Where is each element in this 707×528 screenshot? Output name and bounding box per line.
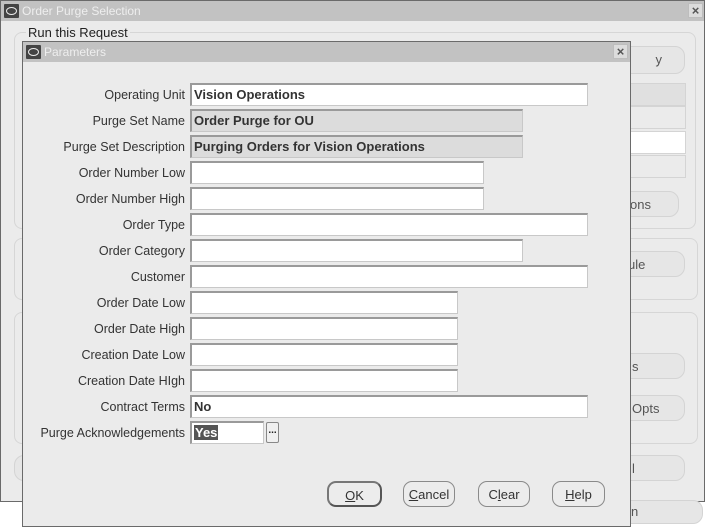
clear-button[interactable]: Clear	[478, 481, 530, 507]
purge-acknowledgements-label: Purge Acknowledgements	[40, 426, 185, 440]
order-category-label: Order Category	[98, 244, 185, 258]
order-category-field[interactable]	[190, 239, 523, 262]
outer-window-title: Order Purge Selection	[22, 4, 141, 18]
order-date-low-field[interactable]	[190, 291, 458, 314]
operating-unit-field[interactable]: Vision Operations	[190, 83, 588, 106]
oracle-logo-icon	[26, 45, 41, 59]
purge-set-description-field: Purging Orders for Vision Operations	[190, 135, 523, 158]
parameters-dialog: Parameters × Operating Unit Vision Opera…	[22, 41, 631, 527]
contract-terms-label: Contract Terms	[100, 400, 185, 414]
creation-date-high-label: Creation Date HIgh	[77, 374, 185, 388]
parameters-titlebar[interactable]: Parameters ×	[23, 42, 630, 62]
list-of-values-button[interactable]: ...	[266, 422, 279, 443]
order-date-high-label: Order Date High	[93, 322, 185, 336]
order-number-high-label: Order Number High	[75, 192, 185, 206]
oracle-logo-icon	[4, 4, 19, 18]
order-number-low-label: Order Number Low	[78, 166, 185, 180]
cancel-button[interactable]: Cancel	[403, 481, 455, 507]
order-number-low-field[interactable]	[190, 161, 484, 184]
outer-close-icon[interactable]: ×	[688, 3, 703, 18]
contract-terms-field[interactable]: No	[190, 395, 588, 418]
order-type-label: Order Type	[122, 218, 185, 232]
purge-set-description-label: Purge Set Description	[63, 140, 185, 154]
purge-set-name-field: Order Purge for OU	[190, 109, 523, 132]
order-type-field[interactable]	[190, 213, 588, 236]
order-date-high-field[interactable]	[190, 317, 458, 340]
order-date-low-label: Order Date Low	[96, 296, 185, 310]
purge-acknowledgements-selected-value: Yes	[194, 425, 219, 440]
purge-acknowledgements-field[interactable]: Yes	[190, 421, 264, 444]
help-button[interactable]: Help	[552, 481, 605, 507]
parameters-close-icon[interactable]: ×	[613, 44, 628, 59]
order-number-high-field[interactable]	[190, 187, 484, 210]
outer-titlebar[interactable]: Order Purge Selection ×	[1, 1, 704, 21]
run-request-group-title: Run this Request	[26, 25, 130, 40]
creation-date-low-label: Creation Date Low	[81, 348, 185, 362]
customer-field[interactable]	[190, 265, 588, 288]
customer-label: Customer	[130, 270, 185, 284]
creation-date-low-field[interactable]	[190, 343, 458, 366]
operating-unit-label: Operating Unit	[104, 88, 185, 102]
parameters-title: Parameters	[44, 45, 107, 59]
ok-button[interactable]: OK	[327, 481, 382, 507]
purge-set-name-label: Purge Set Name	[92, 114, 185, 128]
creation-date-high-field[interactable]	[190, 369, 458, 392]
